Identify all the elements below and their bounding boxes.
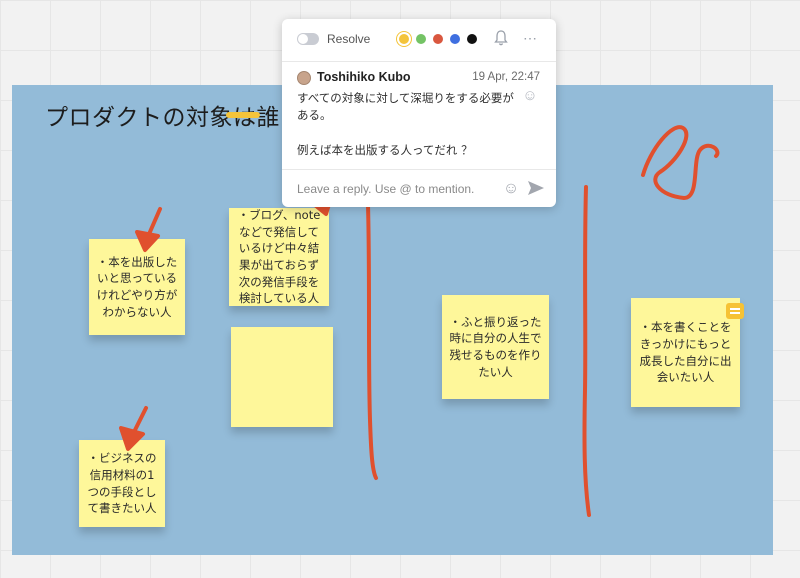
send-icon[interactable] — [527, 179, 547, 199]
color-swatch-blue[interactable] — [450, 34, 460, 44]
color-swatch-green[interactable] — [416, 34, 426, 44]
comment-marker-icon[interactable] — [726, 303, 744, 319]
bell-icon[interactable] — [492, 28, 510, 48]
comment-body: すべての対象に対して深堀りをする必要がある。 例えば本を出版する人ってだれ ？ — [297, 91, 514, 157]
sticky-note[interactable]: ・本を書くことをきっかけにもっと成長した自分に出会いたい人 — [631, 298, 740, 407]
emoji-icon[interactable]: ☺ — [501, 179, 521, 199]
comment-popup[interactable]: Resolve ⋯ Toshihiko Kubo 19 Apr, 22:47 す… — [282, 19, 556, 207]
comment-toolbar: Resolve ⋯ — [282, 19, 556, 62]
color-swatch-red[interactable] — [433, 34, 443, 44]
sticky-note[interactable]: ・ブログ、noteなどで発信しているけど中々結果が出ておらず次の発信手段を検討し… — [229, 208, 329, 306]
more-icon[interactable]: ⋯ — [521, 28, 539, 48]
reply-input[interactable] — [297, 180, 497, 198]
add-reaction-icon[interactable]: ☺ — [521, 87, 539, 105]
reply-area: ☺ — [282, 169, 556, 208]
comment-author: Toshihiko Kubo — [317, 70, 411, 84]
sticky-note[interactable]: ・ビジネスの信用材料の1つの手段として書きたい人 — [79, 440, 165, 527]
comment-timestamp: 19 Apr, 22:47 — [472, 71, 540, 83]
collaborator-cursor — [226, 112, 260, 118]
resolve-toggle[interactable] — [297, 33, 319, 45]
sticky-note[interactable]: ・本を出版したいと思っているけれどやり方がわからない人 — [89, 239, 185, 335]
sticky-note-dense[interactable] — [231, 327, 333, 427]
color-swatch-yellow[interactable] — [399, 34, 409, 44]
sticky-note[interactable]: ・ふと振り返った時に自分の人生で残せるものを作りたい人 — [442, 295, 549, 399]
color-swatch-black[interactable] — [467, 34, 477, 44]
avatar — [297, 71, 311, 85]
toggle-knob — [298, 34, 308, 44]
resolve-label[interactable]: Resolve — [327, 32, 370, 46]
